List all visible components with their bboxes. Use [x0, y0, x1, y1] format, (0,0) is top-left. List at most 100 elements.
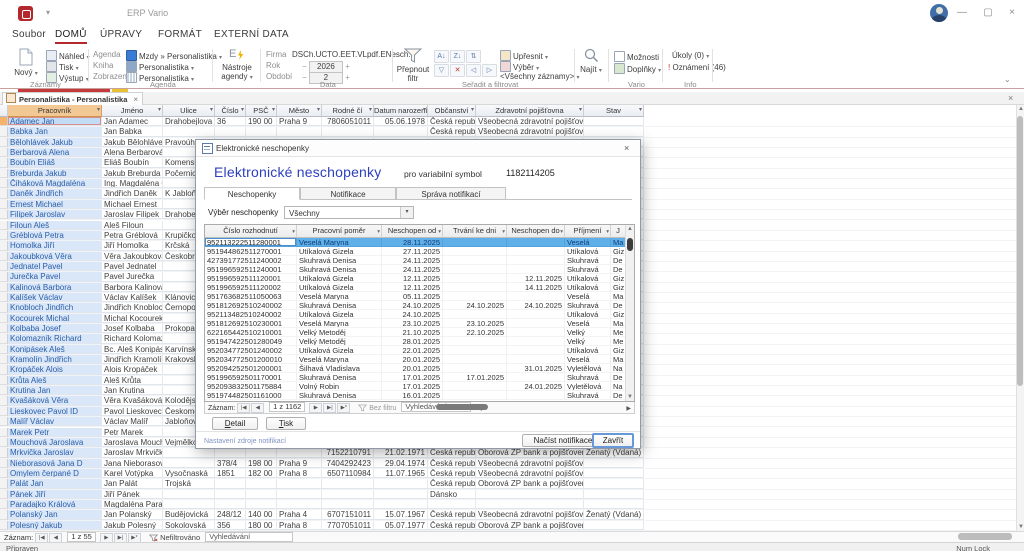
row-selector[interactable] — [0, 428, 8, 437]
sicknote-row[interactable]: 952093832501175884Volný Robin17.01.20252… — [205, 382, 626, 391]
cell[interactable] — [374, 479, 428, 488]
cell[interactable]: Petr Marek — [102, 428, 163, 437]
scroll-up-icon[interactable]: ▲ — [1017, 106, 1024, 112]
close-dialog-button[interactable]: Zavřít — [592, 433, 634, 448]
cell[interactable]: 24.10.2025 — [382, 310, 443, 319]
cell[interactable]: Babka Jan — [8, 127, 102, 136]
cell[interactable]: Utíkalová — [565, 274, 611, 283]
row-selector[interactable] — [0, 252, 8, 261]
column-header-9[interactable]: Občanství▾ — [428, 105, 476, 117]
cell[interactable]: Praha 9 — [277, 459, 322, 468]
cell[interactable]: Giz — [611, 346, 626, 355]
cell[interactable]: De — [611, 301, 626, 310]
cell[interactable]: Pánek Jiří — [8, 490, 102, 499]
print-button[interactable]: Tisk ▾ — [46, 61, 79, 72]
cell[interactable]: Ing. Magdaléna Čiháková — [102, 179, 163, 188]
row-selector[interactable] — [0, 200, 8, 209]
cell[interactable]: Všeobecná zdravotní pojišťovna — [476, 459, 584, 468]
cell[interactable]: 05.11.2025 — [382, 292, 443, 301]
cell[interactable]: 622165442510210001 — [205, 328, 297, 337]
sicknote-row[interactable]: 951947422501280049Velký Metoděj28.01.202… — [205, 337, 626, 346]
cell[interactable]: Věra Jakoubková — [102, 252, 163, 261]
cell[interactable]: Josef Kolbaba — [102, 324, 163, 333]
cell[interactable]: Utíkalová — [565, 310, 611, 319]
cell[interactable] — [246, 479, 277, 488]
row-selector[interactable] — [0, 510, 8, 519]
cell[interactable]: 951944862511270001 — [205, 247, 297, 256]
cell[interactable]: Ma — [611, 292, 626, 301]
table-row[interactable]: Omylem čerpané DKarel VotýpkaVysočnaská1… — [0, 469, 1016, 479]
cell[interactable]: Veselá Maryna — [297, 355, 382, 364]
row-selector[interactable] — [0, 189, 8, 198]
dialog-scrollbar-thumb[interactable] — [627, 238, 633, 251]
cell[interactable]: 28.11.2025 — [382, 238, 443, 247]
cell[interactable]: Giz — [611, 247, 626, 256]
cell[interactable]: 7404292423 — [322, 459, 374, 468]
cell[interactable]: Knobloch Jindřich — [8, 303, 102, 312]
cell[interactable] — [374, 127, 428, 136]
cell[interactable]: Šilhavá Vladislava — [297, 364, 382, 373]
cell[interactable]: Velký — [565, 337, 611, 346]
tab-domu[interactable]: DOMŮ — [55, 29, 87, 44]
row-selector[interactable] — [0, 500, 8, 509]
cell[interactable]: Alena Berbarová — [102, 148, 163, 157]
cell[interactable]: 15.07.1967 — [374, 510, 428, 519]
cell[interactable]: Richard Kolomazník — [102, 334, 163, 343]
cell[interactable]: Oborová ZP bank a pojišťoven — [476, 479, 584, 488]
notifications-button[interactable]: ! Oznámení (46) — [668, 63, 726, 72]
cell[interactable]: Polanský Jan — [8, 510, 102, 519]
row-selector[interactable] — [0, 459, 8, 468]
row-selector[interactable] — [0, 355, 8, 364]
cell[interactable] — [322, 127, 374, 136]
row-selector[interactable] — [0, 521, 8, 530]
cell[interactable]: Dánsko — [428, 490, 476, 499]
table-row[interactable]: Paradajko KrálováMagdaléna Paradají — [0, 500, 1016, 510]
cell[interactable]: Jaroslav Filipek — [102, 210, 163, 219]
cell[interactable]: 14.11.2025 — [507, 283, 565, 292]
cell[interactable]: Veselá — [565, 355, 611, 364]
cell[interactable]: 05.06.1978 — [374, 117, 428, 126]
sicknote-row[interactable]: 427391772511240002Skuhravá Denisa24.11.2… — [205, 256, 626, 265]
row-selector[interactable] — [0, 231, 8, 240]
cell[interactable]: 27.11.2025 — [382, 247, 443, 256]
cell[interactable]: Drahobejlova — [163, 117, 215, 126]
cell[interactable]: Kolomazník Richard — [8, 334, 102, 343]
preview-button[interactable]: Náhled ▾ — [46, 50, 90, 61]
cell[interactable]: 952094252501200001 — [205, 364, 297, 373]
cell[interactable]: Giz — [611, 283, 626, 292]
cell[interactable] — [246, 490, 277, 499]
cell[interactable]: Velký — [565, 328, 611, 337]
row-selector[interactable] — [0, 179, 8, 188]
remove-filter-icon[interactable]: ✕ — [450, 64, 465, 77]
sort-asc-icon[interactable]: A↓ — [434, 50, 449, 63]
new-record-button[interactable]: Nový ▾ — [12, 48, 40, 77]
sicknote-row[interactable]: 951996592501170001Skuhravá Denisa17.01.2… — [205, 373, 626, 382]
cell[interactable] — [507, 238, 565, 247]
cell[interactable]: Ernest Michael — [8, 200, 102, 209]
dialog-column-header-3[interactable]: Neschopen od▾ — [382, 225, 443, 238]
agenda-tools-button[interactable]: E Nástroje agendy ▾ — [216, 48, 258, 81]
cell[interactable] — [507, 247, 565, 256]
cell[interactable]: Omylem čerpané D — [8, 469, 102, 478]
cell[interactable]: Česká republika — [428, 448, 476, 457]
row-selector[interactable] — [0, 293, 8, 302]
detail-button[interactable]: Detail — [212, 417, 258, 430]
row-selector[interactable] — [0, 479, 8, 488]
row-selector[interactable] — [0, 469, 8, 478]
cell[interactable] — [443, 247, 507, 256]
row-selector[interactable] — [0, 334, 8, 343]
sicknote-row[interactable]: 952034772501240002Utíkalová Gizela22.01.… — [205, 346, 626, 355]
cell[interactable] — [163, 448, 215, 457]
cell[interactable]: 24.11.2025 — [382, 265, 443, 274]
column-header-5[interactable]: PSČ▾ — [246, 105, 277, 117]
row-selector[interactable] — [0, 365, 8, 374]
cell[interactable]: Budějovická — [163, 510, 215, 519]
sicknote-row[interactable]: 952113222511280001Veselá Maryna28.11.202… — [205, 238, 626, 247]
dialog-filter-state[interactable]: Bez filtru — [358, 405, 396, 412]
cell[interactable] — [215, 500, 246, 509]
tab-externi-data[interactable]: EXTERNÍ DATA — [214, 29, 289, 40]
dialog-tab-neschopenky[interactable]: Neschopenky — [204, 187, 300, 200]
cell[interactable]: Mrkvička Jaroslav — [8, 448, 102, 457]
dialog-scroll-up-icon[interactable]: ▲ — [626, 226, 634, 232]
dialog-column-header-7[interactable]: J — [611, 225, 626, 238]
